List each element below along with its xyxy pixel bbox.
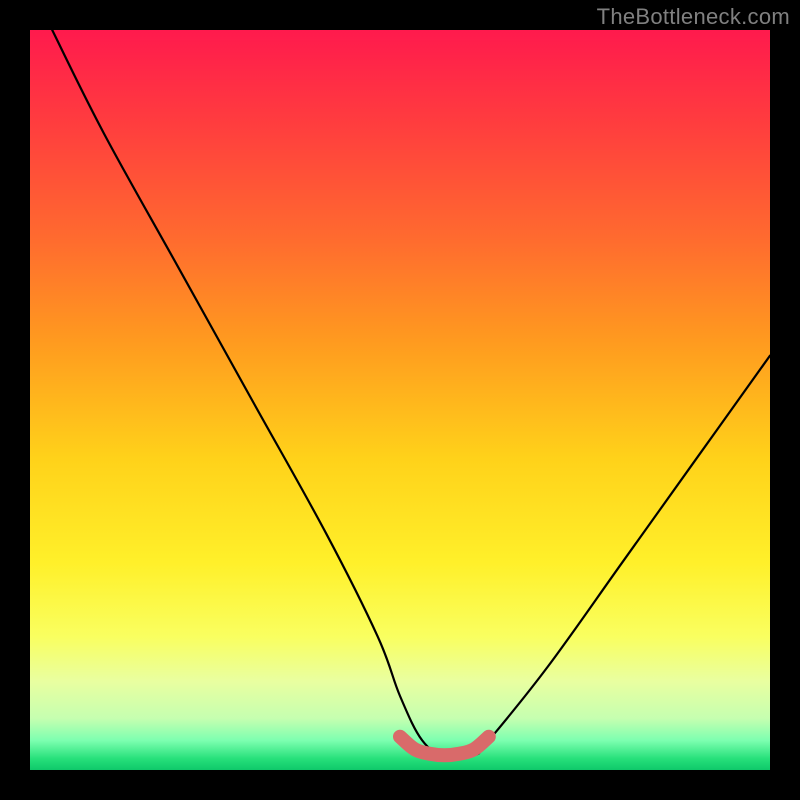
chart-svg-layer <box>30 30 770 770</box>
watermark-text: TheBottleneck.com <box>597 4 790 30</box>
optimal-range-marker <box>400 737 489 756</box>
chart-plot-area <box>30 30 770 770</box>
bottleneck-curve-line <box>52 30 770 757</box>
outer-frame: TheBottleneck.com <box>0 0 800 800</box>
